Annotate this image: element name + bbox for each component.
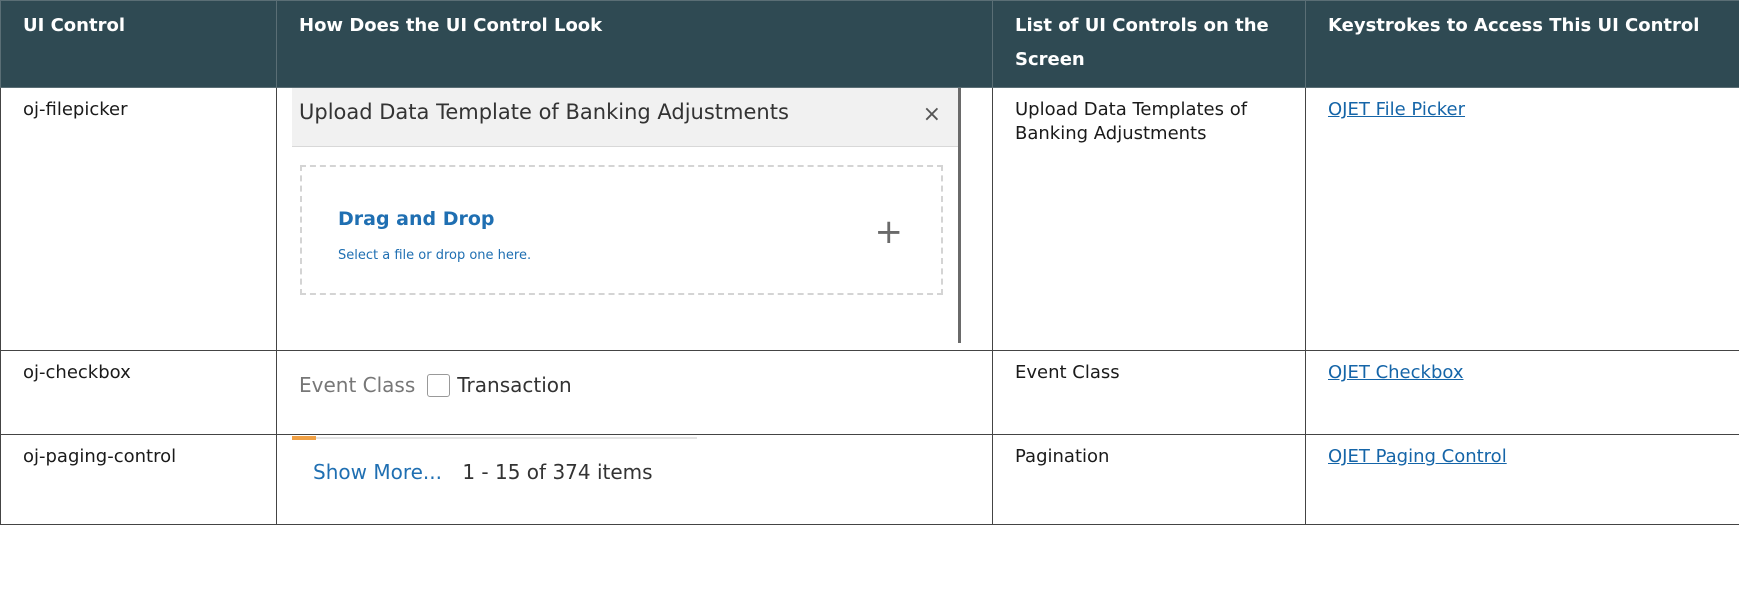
paging-control: Show More... 1 - 15 of 374 items (313, 460, 653, 484)
header-row: UI Control How Does the UI Control Look … (0, 0, 1739, 88)
plus-icon[interactable]: + (875, 215, 904, 249)
checkbox-group-label: Event Class (299, 373, 416, 397)
paging-range: 1 - 15 of 374 items (462, 460, 653, 484)
drop-zone-hint: Select a file or drop one here. (338, 248, 532, 263)
keystroke-cell: OJET Checkbox (1305, 350, 1739, 435)
controls-list: Pagination (992, 434, 1306, 525)
controls-list: Event Class (992, 350, 1306, 435)
keystroke-cell: OJET Paging Control (1305, 434, 1739, 525)
filepicker-preview: Upload Data Template of Banking Adjustme… (276, 87, 993, 351)
filepicker-dialog: Upload Data Template of Banking Adjustme… (292, 88, 961, 350)
paging-preview: Show More... 1 - 15 of 374 items (276, 434, 993, 525)
header-how-it-looks: How Does the UI Control Look (276, 0, 993, 88)
drop-zone[interactable]: Drag and Drop Select a file or drop one … (300, 165, 943, 295)
keystroke-cell: OJET File Picker (1305, 87, 1739, 351)
header-ui-control: UI Control (0, 0, 277, 88)
header-controls-list: List of UI Controls on the Screen (992, 0, 1306, 88)
checkbox-option-label[interactable]: Transaction (457, 373, 571, 397)
header-keystrokes: Keystrokes to Access This UI Control (1305, 0, 1739, 88)
ui-controls-table: UI Control How Does the UI Control Look … (0, 0, 1739, 525)
table-row: oj-checkbox Event Class Transaction Even… (0, 350, 1739, 435)
drop-zone-title: Drag and Drop (338, 208, 495, 230)
controls-list: Upload Data Templates of Banking Adjustm… (992, 87, 1306, 351)
show-more-link[interactable]: Show More... (313, 460, 442, 484)
paging-marker (292, 436, 316, 440)
control-name: oj-paging-control (0, 434, 277, 525)
paging-top-border (292, 437, 697, 439)
keystroke-link[interactable]: OJET Paging Control (1328, 446, 1507, 467)
dialog-edge (958, 88, 961, 343)
dialog-header: Upload Data Template of Banking Adjustme… (292, 88, 961, 147)
table-row: oj-paging-control Show More... 1 - 15 of… (0, 434, 1739, 525)
table-row: oj-filepicker Upload Data Template of Ba… (0, 87, 1739, 351)
close-icon[interactable]: × (923, 103, 941, 127)
control-name: oj-filepicker (0, 87, 277, 351)
keystroke-link[interactable]: OJET Checkbox (1328, 362, 1463, 383)
checkbox[interactable] (427, 373, 451, 397)
control-name: oj-checkbox (0, 350, 277, 435)
keystroke-link[interactable]: OJET File Picker (1328, 99, 1465, 120)
checkbox-group: Event Class Transaction (299, 369, 572, 401)
checkbox-preview: Event Class Transaction (276, 350, 993, 435)
dialog-title: Upload Data Template of Banking Adjustme… (299, 100, 789, 124)
